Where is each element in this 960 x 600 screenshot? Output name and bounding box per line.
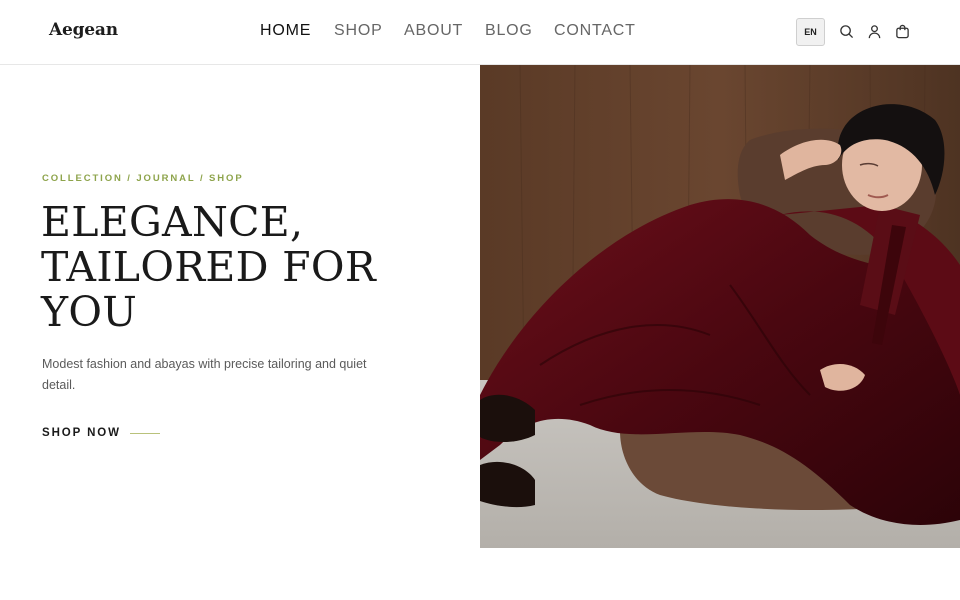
hero-eyebrow: COLLECTION / JOURNAL / SHOP bbox=[42, 173, 244, 184]
nav-item-about[interactable]: ABOUT bbox=[404, 22, 463, 40]
nav-item-shop[interactable]: SHOP bbox=[334, 22, 383, 40]
shop-now-label: SHOP NOW bbox=[42, 427, 121, 439]
shop-now-button[interactable]: SHOP NOW bbox=[42, 425, 160, 441]
hero-subcopy: Modest fashion and abayas with precise t… bbox=[42, 357, 367, 392]
language-switch-button[interactable]: EN bbox=[796, 18, 825, 46]
hero-photo bbox=[480, 65, 960, 548]
hero-headline-line: ELEGANCE, bbox=[41, 198, 304, 246]
cta-underline-decoration bbox=[129, 432, 160, 434]
nav-item-contact[interactable]: CONTACT bbox=[554, 22, 636, 40]
search-icon[interactable] bbox=[839, 24, 854, 39]
hero-headline: ELEGANCE, TAILORED FOR YOU bbox=[41, 200, 421, 335]
nav-item-home[interactable]: HOME bbox=[260, 22, 311, 40]
hero-headline-line: TAILORED FOR bbox=[41, 243, 376, 291]
cart-icon[interactable] bbox=[895, 24, 910, 39]
user-icon[interactable] bbox=[867, 24, 882, 39]
site-header: Aegean HOME SHOP ABOUT BLOG CONTACT EN bbox=[0, 0, 960, 65]
hero-headline-line: YOU bbox=[41, 288, 138, 336]
nav-item-blog[interactable]: BLOG bbox=[485, 22, 533, 40]
